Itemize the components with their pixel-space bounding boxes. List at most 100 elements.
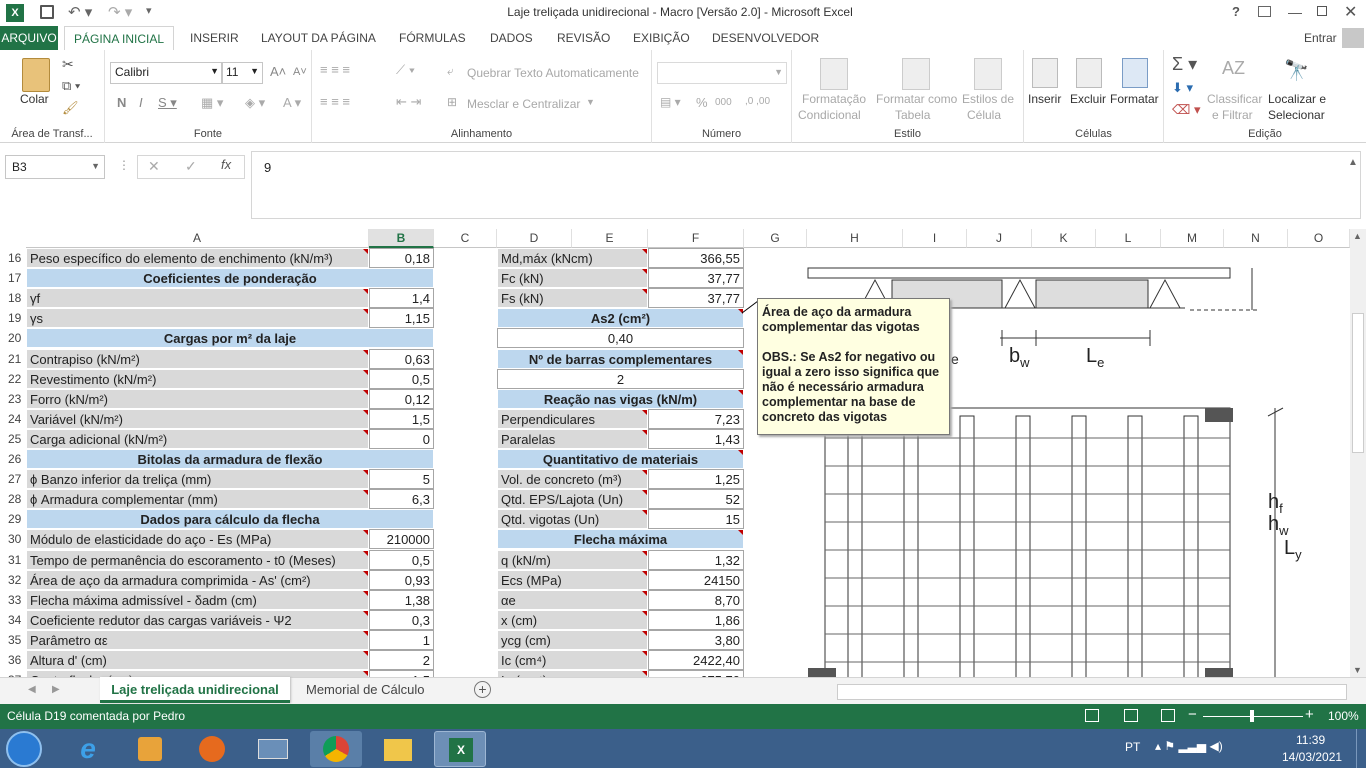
tab-formulas[interactable]: FÓRMULAS xyxy=(399,26,466,50)
conditional-format-button[interactable]: Formatação xyxy=(802,92,866,106)
copy-icon[interactable]: ⧉ ▾ xyxy=(62,78,80,94)
format-table-button[interactable]: Formatar como xyxy=(876,92,957,106)
save-icon[interactable] xyxy=(40,5,54,19)
param-value[interactable]: 0,5 xyxy=(369,549,434,570)
thousands-icon[interactable]: 000 xyxy=(715,97,732,108)
decimal-increase-icon[interactable]: ,0 ,00 xyxy=(745,96,770,107)
param-value[interactable]: 5 xyxy=(369,469,434,490)
column-header-l[interactable]: L xyxy=(1096,229,1161,248)
row-header[interactable]: 37 xyxy=(0,670,26,677)
result-value-centered[interactable]: 0,40 xyxy=(497,328,744,349)
result-label[interactable]: q (kN/m) xyxy=(497,549,648,570)
result-value[interactable]: 1,25 xyxy=(648,469,744,490)
enter-icon[interactable]: ✓ xyxy=(185,158,197,175)
indent-icon[interactable]: ⇤ ⇥ xyxy=(396,94,421,110)
row-header[interactable]: 28 xyxy=(0,489,26,510)
tab-review[interactable]: REVISÃO xyxy=(557,26,610,50)
align-left-icon[interactable]: ≡ ≡ ≡ xyxy=(320,94,350,109)
merge-center-button[interactable]: Mesclar e Centralizar xyxy=(467,97,580,111)
param-label[interactable]: Módulo de elasticidade do aço - Es (MPa) xyxy=(26,529,369,550)
param-label[interactable]: Flecha máxima admissível - δadm (cm) xyxy=(26,589,369,610)
find-select-icon[interactable]: 🔭 xyxy=(1284,58,1309,83)
row-header[interactable]: 30 xyxy=(0,529,26,550)
result-label[interactable]: Paralelas xyxy=(497,428,648,449)
param-label[interactable]: Forro (kN/m²) xyxy=(26,388,369,409)
sheet-tab[interactable]: Memorial de Cálculo xyxy=(306,682,425,697)
column-header-f[interactable]: F xyxy=(648,229,744,248)
result-label[interactable]: Md,máx (kNcm) xyxy=(497,248,648,268)
param-value[interactable]: 1,5 xyxy=(369,670,434,677)
excel-taskbar-icon[interactable]: X xyxy=(434,731,486,767)
merge-dropdown-icon[interactable]: ▼ xyxy=(586,97,595,107)
result-label[interactable]: x (cm) xyxy=(497,609,648,630)
row-header[interactable]: 21 xyxy=(0,348,26,369)
result-header[interactable]: Quantitativo de materiais xyxy=(497,449,744,469)
result-label[interactable]: Ecs (MPa) xyxy=(497,569,648,590)
param-value[interactable]: 6,3 xyxy=(369,489,434,510)
row-header[interactable]: 26 xyxy=(0,449,26,469)
result-value[interactable]: 1,43 xyxy=(648,428,744,449)
tab-file[interactable]: ARQUIVO xyxy=(0,26,58,50)
currency-icon[interactable]: ▤ ▾ xyxy=(660,95,681,109)
restore-icon[interactable] xyxy=(1317,6,1327,16)
font-size-select[interactable]: 11 ▼ xyxy=(221,62,263,84)
param-value[interactable]: 1,5 xyxy=(369,408,434,429)
orientation-icon[interactable]: ⟋ ▾ xyxy=(396,62,415,78)
result-label[interactable]: Vol. de concreto (m³) xyxy=(497,469,648,490)
scroll-up-icon[interactable]: ▲ xyxy=(1353,231,1362,241)
result-label[interactable]: Fc (kN) xyxy=(497,268,648,289)
param-value[interactable]: 1,4 xyxy=(369,288,434,309)
result-label[interactable]: ycg (cm) xyxy=(497,629,648,650)
row-header[interactable]: 33 xyxy=(0,589,26,610)
result-value[interactable]: 675,70 xyxy=(648,670,744,677)
find-select-button[interactable]: Localizar e xyxy=(1268,92,1326,106)
format-table-icon[interactable] xyxy=(902,58,930,90)
fill-icon[interactable]: ⬇ ▾ xyxy=(1172,80,1193,96)
result-header[interactable]: Reação nas vigas (kN/m) xyxy=(497,388,744,409)
firefox-icon[interactable] xyxy=(186,731,238,767)
cell-styles-icon[interactable] xyxy=(974,58,1002,90)
result-value[interactable]: 366,55 xyxy=(648,248,744,268)
underline-icon[interactable]: S ▾ xyxy=(158,95,177,111)
format-painter-icon[interactable]: 🖌 xyxy=(62,100,79,116)
tab-data[interactable]: DADOS xyxy=(490,26,533,50)
font-name-select[interactable]: Calibri ▼ xyxy=(110,62,223,84)
param-value[interactable]: 1 xyxy=(369,629,434,650)
cell-styles-button[interactable]: Estilos de xyxy=(962,92,1014,106)
wrap-text-button[interactable]: Quebrar Texto Automaticamente xyxy=(467,66,639,80)
paste-icon[interactable] xyxy=(22,58,50,92)
result-header[interactable]: Flecha máxima xyxy=(497,529,744,550)
param-value[interactable]: 0,18 xyxy=(369,248,434,268)
result-label[interactable]: Ic (cm⁴) xyxy=(497,650,648,670)
column-header-o[interactable]: O xyxy=(1288,229,1350,248)
wrap-icon[interactable]: ⤶ xyxy=(447,64,454,79)
param-label[interactable]: γf xyxy=(26,288,369,309)
param-label[interactable]: Altura d' (cm) xyxy=(26,650,369,670)
result-value[interactable]: 24150 xyxy=(648,569,744,590)
insert-cells-icon[interactable] xyxy=(1032,58,1058,88)
column-header-h[interactable]: H xyxy=(807,229,903,248)
tab-developer[interactable]: DESENVOLVEDOR xyxy=(712,26,819,50)
conditional-format-icon[interactable] xyxy=(820,58,848,90)
explorer-icon[interactable] xyxy=(372,731,424,767)
excel-icon[interactable]: X xyxy=(6,4,24,22)
row-header[interactable]: 32 xyxy=(0,569,26,590)
row-header[interactable]: 23 xyxy=(0,388,26,409)
horizontal-scrollbar[interactable] xyxy=(837,684,1347,700)
sort-filter-button[interactable]: Classificar xyxy=(1207,92,1262,106)
customize-qat-icon[interactable]: ▾ xyxy=(146,4,152,17)
param-label[interactable]: Contrapiso (kN/m²) xyxy=(26,348,369,369)
param-value[interactable]: 210000 xyxy=(369,529,434,550)
result-label[interactable]: Fs (kN) xyxy=(497,288,648,309)
sheet-tab-active[interactable]: Laje treliçada unidirecional xyxy=(100,677,290,703)
param-label[interactable]: Contraflecha (cm) xyxy=(26,670,369,677)
border-icon[interactable]: ▦ ▾ xyxy=(201,95,223,111)
font-color-icon[interactable]: A ▾ xyxy=(283,95,301,111)
ribbon-display-icon[interactable] xyxy=(1258,6,1271,17)
result-label[interactable]: In (cm⁴) xyxy=(497,670,648,677)
column-header-c[interactable]: C xyxy=(434,229,497,248)
result-value[interactable]: 52 xyxy=(648,489,744,510)
result-label[interactable]: Qtd. vigotas (Un) xyxy=(497,509,648,530)
worksheet-grid[interactable]: ABCDEFGHIJKLMNO 16 17 18 19 20 21 22 23 24 25 26 27… xyxy=(0,229,1350,677)
param-label[interactable]: Carga adicional (kN/m²) xyxy=(26,428,369,449)
